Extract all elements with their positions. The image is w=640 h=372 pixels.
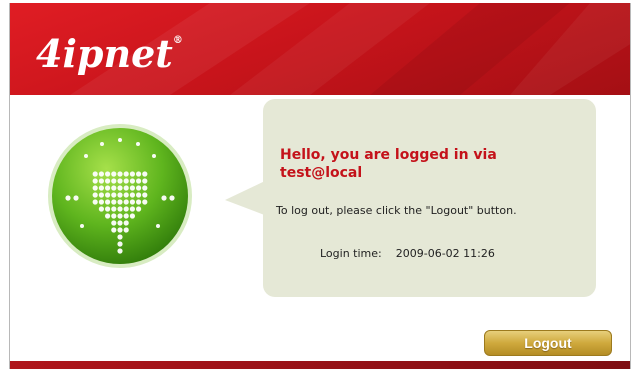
hello-line: Hello, you are logged in via xyxy=(280,147,497,163)
login-time-label: Login time: xyxy=(320,247,382,260)
account-name: test@local xyxy=(280,165,363,181)
logo-text: 4ipnet xyxy=(36,31,173,76)
login-status-page: 4ipnet® Hello, you are logged in via tes… xyxy=(9,3,631,369)
footer-bar xyxy=(10,361,630,369)
speech-bubble-tail xyxy=(225,180,267,216)
header-banner: 4ipnet® xyxy=(10,3,630,95)
message-bubble xyxy=(263,99,596,297)
logout-instructions: To log out, please click the "Logout" bu… xyxy=(276,204,517,217)
login-time-row: Login time: 2009-06-02 11:26 xyxy=(320,247,495,260)
globe-download-icon xyxy=(46,122,194,270)
brand-logo: 4ipnet® xyxy=(36,31,183,76)
registered-mark: ® xyxy=(172,35,183,46)
logout-button[interactable]: Logout xyxy=(484,330,612,356)
logged-in-message: Hello, you are logged in via test@local xyxy=(280,146,580,182)
login-time-value: 2009-06-02 11:26 xyxy=(395,247,495,260)
